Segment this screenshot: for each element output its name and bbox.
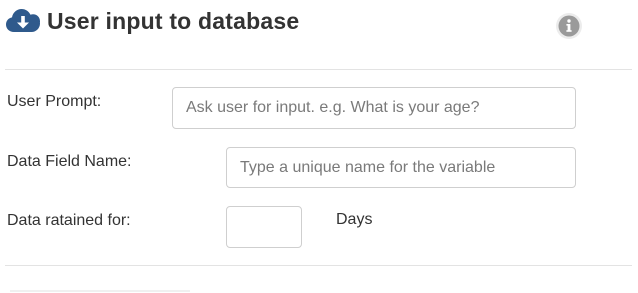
user-input-panel: User input to database User Prompt: Data… (0, 0, 638, 293)
data-field-name-label: Data Field Name: (7, 153, 132, 170)
retention-days-input[interactable] (226, 206, 302, 248)
info-icon[interactable] (555, 12, 583, 40)
page-title: User input to database (47, 8, 300, 34)
data-field-name-input[interactable] (226, 147, 576, 188)
cloud-download-icon (6, 9, 40, 32)
footer-divider (5, 265, 632, 266)
user-prompt-label: User Prompt: (7, 93, 102, 110)
header-divider (5, 69, 632, 70)
data-retained-label: Data ratained for: (7, 212, 131, 229)
user-prompt-input[interactable] (172, 87, 576, 129)
days-unit-label: Days (336, 211, 373, 228)
footer-edge (10, 290, 190, 292)
panel-header: User input to database (0, 0, 632, 44)
